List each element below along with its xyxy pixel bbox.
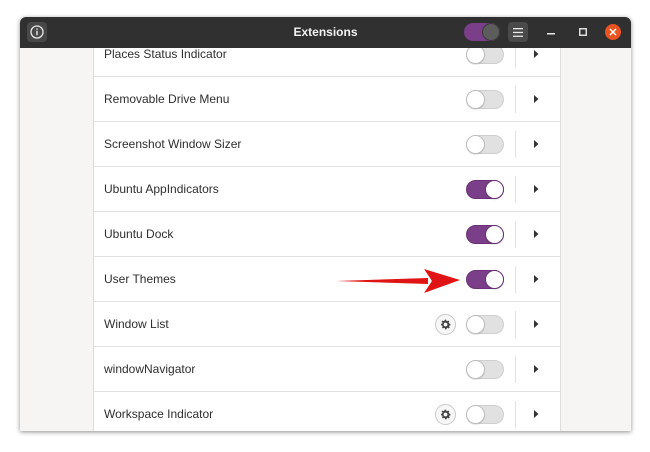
row-separator <box>515 401 516 428</box>
extension-name: Ubuntu Dock <box>104 227 174 241</box>
toggle-knob <box>466 48 485 64</box>
extension-row: User Themes <box>94 257 560 302</box>
row-separator <box>515 221 516 248</box>
global-extensions-toggle[interactable] <box>464 23 500 41</box>
chevron-right-icon <box>534 410 539 418</box>
close-icon <box>609 28 617 36</box>
extension-settings-button[interactable] <box>435 314 456 335</box>
extension-toggle[interactable] <box>466 135 504 154</box>
extension-row: windowNavigator <box>94 347 560 392</box>
row-separator <box>515 266 516 293</box>
row-separator <box>515 86 516 113</box>
extension-name: Window List <box>104 317 169 331</box>
extension-toggle[interactable] <box>466 270 504 289</box>
chevron-right-icon <box>534 95 539 103</box>
toggle-knob <box>485 270 504 289</box>
expand-details-button[interactable] <box>530 93 542 105</box>
extension-toggle[interactable] <box>466 48 504 64</box>
expand-details-button[interactable] <box>530 318 542 330</box>
extension-row: Screenshot Window Sizer <box>94 122 560 167</box>
toggle-knob <box>482 23 500 41</box>
extensions-content[interactable]: Places Status Indicator Removable Drive M… <box>20 48 631 431</box>
extension-name: windowNavigator <box>104 362 196 376</box>
extension-name: Removable Drive Menu <box>104 92 230 106</box>
extension-toggle[interactable] <box>466 225 504 244</box>
expand-details-button[interactable] <box>530 48 542 60</box>
extension-row: Ubuntu AppIndicators <box>94 167 560 212</box>
chevron-right-icon <box>534 185 539 193</box>
maximize-button[interactable] <box>575 24 591 40</box>
extension-name: Workspace Indicator <box>104 407 214 421</box>
expand-details-button[interactable] <box>530 363 542 375</box>
extensions-list: Places Status Indicator Removable Drive M… <box>93 48 561 431</box>
hamburger-menu-icon <box>513 27 523 37</box>
expand-details-button[interactable] <box>530 228 542 240</box>
extension-toggle[interactable] <box>466 405 504 424</box>
minimize-button[interactable] <box>543 24 559 40</box>
minimize-icon <box>547 33 555 35</box>
row-separator <box>515 176 516 203</box>
row-separator <box>515 311 516 338</box>
chevron-right-icon <box>534 275 539 283</box>
extension-toggle[interactable] <box>466 180 504 199</box>
extension-row: Ubuntu Dock <box>94 212 560 257</box>
extension-toggle[interactable] <box>466 360 504 379</box>
extension-row: Window List <box>94 302 560 347</box>
toggle-knob <box>485 180 504 199</box>
extension-toggle[interactable] <box>466 315 504 334</box>
chevron-right-icon <box>534 230 539 238</box>
gear-icon <box>441 319 451 330</box>
close-button[interactable] <box>605 24 621 40</box>
extension-row: Places Status Indicator <box>94 48 560 77</box>
main-menu-button[interactable] <box>508 22 528 42</box>
chevron-right-icon <box>534 320 539 328</box>
gear-icon <box>441 409 451 420</box>
extension-row: Removable Drive Menu <box>94 77 560 122</box>
expand-details-button[interactable] <box>530 408 542 420</box>
about-button[interactable] <box>27 22 47 42</box>
extension-name: Screenshot Window Sizer <box>104 137 242 151</box>
extension-row: Workspace Indicator <box>94 392 560 431</box>
row-separator <box>515 131 516 158</box>
extension-name: Ubuntu AppIndicators <box>104 182 219 196</box>
header-bar: Extensions <box>20 17 631 48</box>
annotation-arrow <box>336 269 460 293</box>
extension-settings-button[interactable] <box>435 404 456 425</box>
chevron-right-icon <box>534 365 539 373</box>
toggle-knob <box>466 315 485 334</box>
row-separator <box>515 48 516 68</box>
extensions-window: Extensions Places Status Indicator Remov… <box>20 17 631 431</box>
toggle-knob <box>485 225 504 244</box>
chevron-right-icon <box>534 50 539 58</box>
extension-name: Places Status Indicator <box>104 48 227 61</box>
expand-details-button[interactable] <box>530 183 542 195</box>
row-separator <box>515 356 516 383</box>
maximize-icon <box>579 28 587 36</box>
toggle-knob <box>466 405 485 424</box>
expand-details-button[interactable] <box>530 273 542 285</box>
extension-name: User Themes <box>104 272 176 286</box>
toggle-knob <box>466 90 485 109</box>
toggle-knob <box>466 135 485 154</box>
extension-toggle[interactable] <box>466 90 504 109</box>
chevron-right-icon <box>534 140 539 148</box>
window-title: Extensions <box>293 25 358 39</box>
toggle-knob <box>466 360 485 379</box>
info-icon <box>30 25 44 39</box>
expand-details-button[interactable] <box>530 138 542 150</box>
